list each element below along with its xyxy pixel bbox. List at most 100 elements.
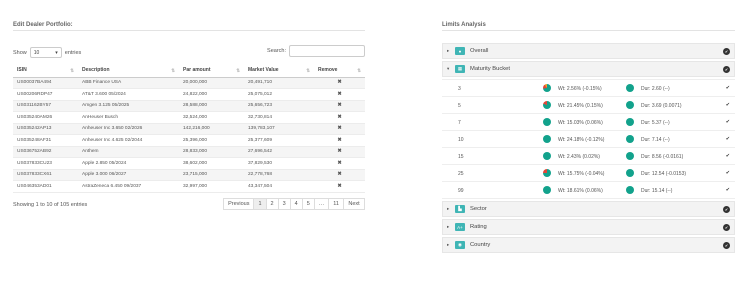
check-circle-icon: ✔ bbox=[723, 224, 730, 231]
check-circle-icon: ✔ bbox=[723, 48, 730, 55]
sort-asc-icon: ⇅ bbox=[70, 68, 74, 73]
weight-pie-icon bbox=[543, 84, 551, 92]
check-icon: ✔ bbox=[725, 102, 730, 108]
maturity-bucket-row: 25 Wt: 15.75% (-0.04%) Dur: 12.54 (-0.0153… bbox=[442, 165, 735, 182]
search-label: Search: bbox=[267, 48, 286, 54]
table-footer: Showing 1 to 10 of 105 entries Previous 1… bbox=[13, 197, 365, 212]
page-length-control: Show 10 ▾ entries bbox=[13, 47, 81, 58]
market-value-cell: 25,377,609 bbox=[244, 134, 314, 147]
maturity-bucket-row: 5 Wt: 21.45% (0.15%) Dur: 3.69 (0.0071) ✔ bbox=[442, 97, 735, 114]
chevron-down-icon: ▾ bbox=[55, 49, 58, 56]
table-row: US037833CU23 Apple 2.850 05/2024 38,602,00… bbox=[13, 157, 365, 170]
accordion-sector[interactable]: ▸ ▙ Sector ✔ bbox=[442, 201, 735, 217]
pagination: Previous 1 2 3 4 5… 11 Next bbox=[223, 197, 365, 210]
description-cell: AnHeuser Busch bbox=[78, 111, 179, 124]
bucket-term: 99 bbox=[458, 188, 464, 194]
panel-title: Edit Dealer Portfolio: bbox=[13, 22, 365, 31]
description-cell: Amgen 3.125 05/2025 bbox=[78, 100, 179, 112]
bucket-duration: Dur: 3.69 (0.0071) bbox=[641, 103, 682, 109]
market-value-cell: 25,656,723 bbox=[244, 100, 314, 112]
accordion-label: Overall bbox=[470, 48, 489, 54]
par-amount-cell: 28,588,000 bbox=[179, 100, 244, 112]
isin-cell: US037833CX61 bbox=[13, 169, 78, 181]
col-header-market-value[interactable]: Market Value ⇅ bbox=[244, 64, 314, 78]
check-circle-icon: ✔ bbox=[723, 242, 730, 249]
bucket-weight: Wt: 15.03% (0.06%) bbox=[558, 120, 603, 126]
accordion-maturity-bucket[interactable]: ▾ ▦ Maturity Bucket ✔ bbox=[442, 61, 735, 77]
table-controls: Show 10 ▾ entries Search: bbox=[13, 44, 365, 60]
caret-down-icon: ▾ bbox=[447, 66, 450, 71]
maturity-bucket-rows: 3 Wt: 2.56% (-0.15%) Dur: 2.60 (--) ✔ 5 Wt: 2… bbox=[442, 79, 735, 199]
bucket-weight: Wt: 2.56% (-0.15%) bbox=[558, 86, 602, 92]
duration-pie-icon bbox=[626, 118, 634, 126]
remove-button[interactable]: ✖ bbox=[314, 88, 365, 101]
remove-button[interactable]: ✖ bbox=[314, 180, 365, 193]
sort-icon: ⇅ bbox=[357, 68, 361, 73]
accordion-rating[interactable]: ▸ A+ Rating ✔ bbox=[442, 219, 735, 235]
table-row: US035242AP13 Anheuser Inc 3.650 02/2026 14… bbox=[13, 123, 365, 135]
remove-button[interactable]: ✖ bbox=[314, 100, 365, 112]
accordion-overall[interactable]: ▸ ● Overall ✔ bbox=[442, 43, 735, 59]
table-info: Showing 1 to 10 of 105 entries bbox=[13, 201, 88, 208]
par-amount-cell: 32,524,000 bbox=[179, 111, 244, 124]
accordion-label: Rating bbox=[470, 224, 487, 230]
description-cell: AstraZeneca 6.450 09/2037 bbox=[78, 180, 179, 193]
table-header-row: ISIN ⇅ Description ⇅ Par amount ⇅ Market Va… bbox=[13, 64, 365, 78]
col-header-par-amount[interactable]: Par amount ⇅ bbox=[179, 64, 244, 78]
market-value-cell: 22,778,768 bbox=[244, 169, 314, 181]
accordion-label: Sector bbox=[470, 206, 487, 212]
check-icon: ✔ bbox=[725, 85, 730, 91]
remove-button[interactable]: ✖ bbox=[314, 169, 365, 181]
description-cell: Anheuser Inc 4.625 02/2044 bbox=[78, 134, 179, 147]
par-amount-cell: 25,396,000 bbox=[179, 134, 244, 147]
table-row: US035240AM26 AnHeuser Busch 32,524,000 32,7… bbox=[13, 111, 365, 124]
remove-button[interactable]: ✖ bbox=[314, 123, 365, 135]
isin-cell: US037833CU23 bbox=[13, 157, 78, 170]
previous-page-button[interactable]: Previous bbox=[223, 197, 255, 210]
bucket-term: 3 bbox=[458, 86, 461, 92]
remove-button[interactable]: ✖ bbox=[314, 77, 365, 89]
weight-pie-icon bbox=[543, 135, 551, 143]
bucket-duration: Dur: 2.60 (--) bbox=[641, 86, 670, 92]
entries-label: entries bbox=[64, 49, 82, 56]
bucket-term: 7 bbox=[458, 120, 461, 126]
accordion-country[interactable]: ▸ ◉ Country ✔ bbox=[442, 237, 735, 253]
rating-icon: A+ bbox=[455, 223, 465, 231]
description-cell: AT&T 3.600 05/2024 bbox=[78, 88, 179, 101]
remove-button[interactable]: ✖ bbox=[314, 146, 365, 158]
duration-pie-icon bbox=[626, 152, 634, 160]
page-length-select[interactable]: 10 ▾ bbox=[29, 47, 62, 58]
col-header-description[interactable]: Description ⇅ bbox=[78, 64, 179, 78]
bucket-duration: Dur: 7.14 (--) bbox=[641, 137, 670, 143]
remove-button[interactable]: ✖ bbox=[314, 157, 365, 170]
bucket-term: 10 bbox=[458, 137, 464, 143]
duration-pie-icon bbox=[626, 101, 634, 109]
caret-right-icon: ▸ bbox=[447, 224, 450, 229]
duration-pie-icon bbox=[626, 84, 634, 92]
globe-icon: ◉ bbox=[455, 241, 465, 249]
table-row: US036752AB92 Anthem 28,833,000 27,696,542 ✖ bbox=[13, 146, 365, 158]
weight-pie-icon bbox=[543, 169, 551, 177]
maturity-bucket-row: 15 Wt: 2.43% (0.02%) Dur: 8.56 (-0.0161) ✔ bbox=[442, 148, 735, 165]
weight-pie-icon bbox=[543, 101, 551, 109]
page-button[interactable]: 11 bbox=[328, 197, 344, 210]
market-value-cell: 37,829,530 bbox=[244, 157, 314, 170]
par-amount-cell: 23,715,000 bbox=[179, 169, 244, 181]
table-row: US00206RDP47 AT&T 3.600 05/2024 24,822,000… bbox=[13, 88, 365, 101]
show-label: Show bbox=[13, 49, 27, 56]
col-header-remove[interactable]: Remove ⇅ bbox=[314, 64, 365, 78]
col-header-isin[interactable]: ISIN ⇅ bbox=[13, 64, 78, 78]
search-input[interactable] bbox=[289, 45, 365, 57]
dealer-portfolio-panel: Edit Dealer Portfolio: Show 10 ▾ entries… bbox=[13, 22, 365, 212]
limits-analysis-panel: Limits Analysis ▸ ● Overall ✔ ▾ ▦ Maturi… bbox=[442, 22, 735, 255]
remove-button[interactable]: ✖ bbox=[314, 111, 365, 124]
next-page-button[interactable]: Next bbox=[343, 197, 365, 210]
weight-pie-icon bbox=[543, 152, 551, 160]
overall-icon: ● bbox=[455, 47, 465, 55]
page-button[interactable]: … bbox=[313, 197, 330, 210]
market-value-cell: 27,696,542 bbox=[244, 146, 314, 158]
remove-button[interactable]: ✖ bbox=[314, 134, 365, 147]
duration-pie-icon bbox=[626, 169, 634, 177]
caret-right-icon: ▸ bbox=[447, 48, 450, 53]
duration-pie-icon bbox=[626, 135, 634, 143]
